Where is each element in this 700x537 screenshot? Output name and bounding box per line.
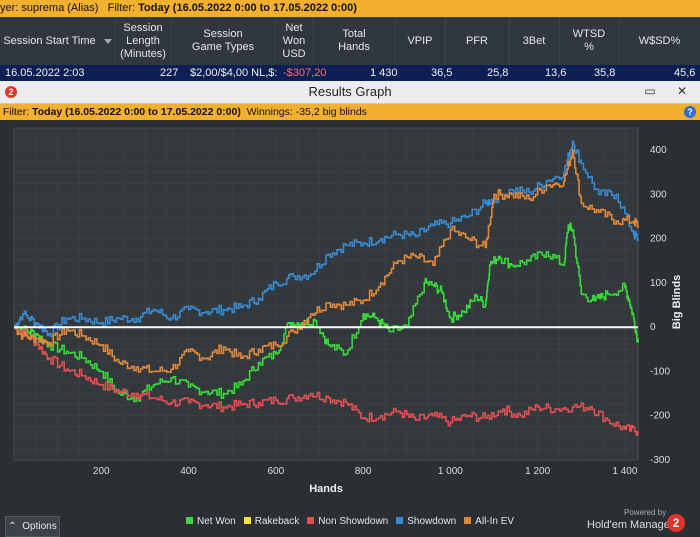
legend-label: Non Showdown	[318, 516, 389, 527]
legend-label: All-In EV	[475, 516, 515, 527]
y-tick-label: -200	[650, 411, 670, 422]
cell-net-won: -$307,20	[283, 67, 327, 79]
filter-value[interactable]: Today (16.05.2022 0:00 to 17.05.2022 0:0…	[138, 2, 357, 14]
y-tick-label: 200	[650, 234, 667, 245]
help-icon[interactable]: ?	[684, 106, 696, 118]
player-filter-bar: yer: suprema (Alias) Filter: Today (16.0…	[0, 0, 700, 17]
graph-footer: ⌃ Options Net Won Rakeback Non Showdown Sho…	[0, 508, 700, 537]
col-3bet[interactable]: 3Bet	[509, 17, 560, 65]
chart-legend: Net Won Rakeback Non Showdown Showdown All-I…	[186, 516, 522, 527]
y-tick-label: 100	[650, 278, 667, 289]
restore-button[interactable]: ▭	[640, 82, 660, 100]
brand-name: Hold'em Manager	[587, 519, 674, 531]
winnings-text: Winnings: -35,2 big blinds	[246, 106, 367, 118]
x-tick-label: 200	[93, 466, 110, 477]
legend-swatch	[307, 517, 315, 524]
legend-label: Rakeback	[254, 516, 300, 527]
col-game-types[interactable]: Session Game Types	[171, 17, 276, 65]
col-session-length[interactable]: Session Length (Minutes)	[115, 17, 172, 65]
legend-swatch	[186, 517, 193, 524]
player-label: yer: suprema (Alias)	[0, 2, 99, 14]
cell-start-time: 16.05.2022 2:03	[5, 67, 85, 79]
col-total-hands[interactable]: Total Hands	[313, 17, 396, 65]
cell-game-types: $2,00/$4,00 NL,$:	[190, 67, 278, 79]
legend-item[interactable]: Showdown	[396, 516, 456, 527]
y-tick-label: -100	[650, 366, 670, 377]
graph-filter-label: Filter:	[2, 106, 30, 118]
graph-filter-bar: Filter: Today (16.05.2022 0:00 to 17.05.…	[0, 104, 700, 120]
col-vpip[interactable]: VPIP	[395, 17, 446, 65]
legend-swatch	[243, 517, 251, 524]
close-button[interactable]: ✕	[672, 82, 692, 100]
legend-item[interactable]: Net Won	[186, 516, 236, 527]
options-button[interactable]: ⌃ Options	[5, 516, 60, 537]
hm2-brand-icon: 2	[667, 514, 685, 532]
session-table-header: Session Start Time Session Length (Minutes…	[0, 17, 700, 65]
y-axis-label: Big Blinds	[671, 275, 683, 329]
cell-wtsd: 35,8	[594, 67, 616, 79]
results-chart: -300 -200 -100 0 100 200 300 400 200 400 600 800 1 0…	[0, 120, 700, 510]
y-tick-label: 300	[650, 189, 667, 200]
x-tick-label: 800	[355, 466, 372, 477]
col-wsd[interactable]: W$SD%	[619, 17, 700, 65]
sort-desc-icon[interactable]	[103, 38, 112, 44]
legend-swatch	[396, 517, 404, 524]
legend-label: Net Won	[197, 516, 236, 527]
cell-length: 227	[160, 67, 179, 79]
graph-filter-value[interactable]: Today (16.05.2022 0:00 to 17.05.2022 0:0…	[32, 106, 241, 118]
cell-vpip: 36,5	[431, 67, 453, 79]
cell-3bet: 13,6	[545, 67, 567, 79]
powered-by-text: Powered by	[624, 508, 667, 517]
chevron-up-icon: ⌃	[8, 521, 17, 532]
x-tick-label: 1 200	[525, 466, 550, 477]
col-pfr[interactable]: PFR	[445, 17, 510, 65]
filter-label: Filter:	[107, 2, 136, 14]
cell-wsd: 45,6	[674, 67, 696, 79]
cell-pfr: 25,8	[487, 67, 509, 79]
y-tick-label: -300	[650, 455, 670, 466]
legend-item[interactable]: All-In EV	[464, 516, 514, 527]
x-tick-label: 1 000	[438, 466, 463, 477]
results-graph-titlebar[interactable]: 2 Results Graph ▭ ✕	[0, 81, 700, 104]
legend-item[interactable]: Rakeback	[243, 516, 300, 527]
window-title: Results Graph	[308, 84, 392, 99]
table-row[interactable]: 16.05.2022 2:03 227 $2,00/$4,00 NL,$: -$…	[0, 65, 700, 81]
col-session-start-time[interactable]: Session Start Time	[0, 17, 116, 65]
x-axis-label: Hands	[309, 483, 343, 495]
cell-total-hands: 1 430	[370, 67, 398, 79]
legend-swatch	[464, 517, 472, 524]
legend-item[interactable]: Non Showdown	[307, 516, 388, 527]
legend-label: Showdown	[407, 516, 457, 527]
x-tick-label: 600	[267, 466, 284, 477]
y-tick-label: 0	[650, 322, 656, 333]
x-tick-label: 400	[180, 466, 197, 477]
col-net-won[interactable]: Net Won USD	[275, 17, 314, 65]
x-tick-label: 1 400	[612, 466, 637, 477]
col-wtsd[interactable]: WTSD%	[559, 17, 620, 65]
y-tick-label: 400	[650, 145, 667, 156]
